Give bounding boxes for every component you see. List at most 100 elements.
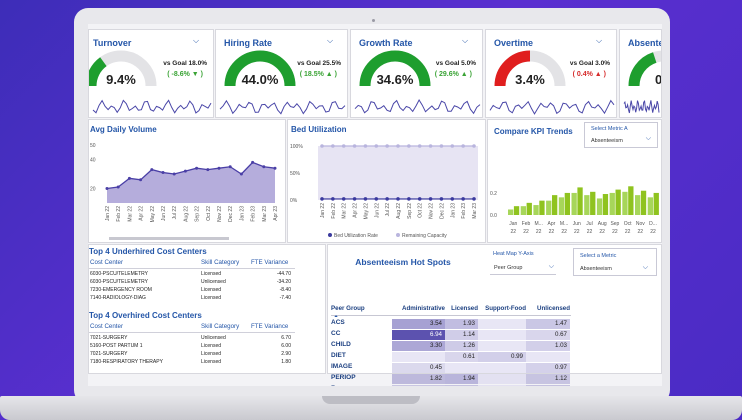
heatmap-cell: 1.26 <box>445 341 478 351</box>
compare-kpi-chart: 0.2 0.0 Jan 22 Feb 22 M... 22 Apr 22 M... 22 Jun 22 Ju… <box>490 186 659 235</box>
heatmap-cell: 1.93 <box>445 319 478 329</box>
x-tick-label: Apr 22 <box>139 206 145 221</box>
legend-label: Bed Utilization Rate <box>334 233 378 239</box>
x-tick-label: Jun 22 <box>374 203 380 218</box>
legend-label: Remaining Capacity <box>402 233 447 239</box>
y-tick-label: 0.2 <box>490 191 497 197</box>
column-header: Peer Group <box>331 305 365 312</box>
x-tick-label: Jun 22 <box>161 206 167 221</box>
fte-variance-cell: 6.70 <box>281 335 291 341</box>
kpi-value: 34.6% <box>376 72 414 87</box>
kpi-card-absentee: Absentee0.6 <box>619 29 662 118</box>
x-tick-label: Oct <box>624 221 632 227</box>
x-tick-label: 22 <box>587 229 593 235</box>
bar-series-a <box>584 195 590 215</box>
x-tick-label: Feb <box>522 221 531 227</box>
rate-point <box>439 197 444 201</box>
rate-point <box>417 197 422 201</box>
metric-select[interactable]: Select a Metric Absenteeism ⌵ <box>573 248 657 276</box>
x-tick-label: Mar 22 <box>342 203 348 219</box>
rate-point <box>352 197 357 201</box>
x-tick-label: Apr 23 <box>273 206 279 221</box>
heatmap-cell <box>478 363 526 373</box>
heatmap-cell: 1.26 <box>445 385 478 386</box>
bed-utilization-chart: 100% 50% 0% Jan 22 Feb 22 Mar 22 Apr 22 May 22 J… <box>290 144 478 239</box>
x-tick-label: Apr 22 <box>353 203 359 218</box>
remaining-point <box>439 144 444 148</box>
underhired-title: Top 4 Underhired Cost Centers <box>89 247 207 256</box>
skill-category-cell: Licensed <box>201 343 222 349</box>
volume-area <box>107 162 275 203</box>
x-tick-label: D... <box>649 221 657 227</box>
fte-variance-cell: -44.70 <box>276 271 291 277</box>
heatmap-cell <box>478 385 526 386</box>
heatmap-axis-value: Peer Group <box>494 265 523 271</box>
remaining-point <box>461 144 465 148</box>
volume-point <box>273 166 277 170</box>
rate-point <box>407 197 411 201</box>
bed-utilization-card: Bed Utilization 100% 50% 0% Jan 22 Feb 22 Mar… <box>287 119 486 243</box>
cost-center-cell: 7021-SURGERY <box>90 335 128 341</box>
x-tick-label: Jan 23 <box>450 203 456 218</box>
kpi-value: 9.4% <box>106 72 136 87</box>
x-tick-label: Nov <box>636 221 645 227</box>
column-header: FTE Variance <box>251 259 289 266</box>
bar-series-b <box>539 200 545 215</box>
bar-series-b <box>653 192 659 215</box>
peer-group-label: CHILD <box>331 341 351 348</box>
column-header: Cost Center <box>90 323 124 330</box>
heatmap-cell: 0.97 <box>526 363 570 373</box>
column-header: Unlicensed <box>536 305 570 312</box>
y-tick-label: 0% <box>290 198 298 204</box>
x-tick-label: Mar 23 <box>262 206 268 222</box>
skill-category-cell: Licensed <box>201 271 222 277</box>
kpi-goal: vs Goal 18.0% <box>163 60 207 67</box>
volume-point <box>172 172 176 176</box>
volume-point <box>228 165 232 169</box>
kpi-delta: ( -8.6% ▼ ) <box>167 71 203 78</box>
volume-point <box>183 169 187 173</box>
avg-daily-volume-chart: 50 40 20 Jan 22 Feb 22 Mar 22 Apr 22 May 22 Jun … <box>90 143 279 240</box>
heatmap-cell <box>478 319 526 329</box>
cost-center-cell: 6030-PSCU/TELEMETRY <box>90 271 148 277</box>
x-tick-label: 22 <box>574 229 580 235</box>
heatmap-axis-select[interactable]: Peer Group ⌵ <box>490 263 556 275</box>
chevron-down-icon: ⌵ <box>548 263 554 270</box>
metric-select-value: Absenteeism <box>580 266 612 272</box>
rate-point <box>374 197 379 201</box>
rate-point <box>341 197 346 201</box>
x-tick-label: Oct 22 <box>418 203 424 218</box>
heatmap-cell: 3.30 <box>392 341 445 351</box>
heatmap-cell: 1.82 <box>392 374 445 384</box>
x-tick-label: Feb 23 <box>461 203 467 219</box>
heatmap-cell: 0.45 <box>392 363 445 373</box>
x-tick-label: 22 <box>523 229 529 235</box>
camera-dot <box>372 19 375 22</box>
column-header: FTE Variance <box>251 323 289 330</box>
bar-series-b <box>602 194 609 215</box>
x-tick-label: Jul 22 <box>172 206 178 220</box>
bar-series-a <box>609 192 615 215</box>
remaining-point <box>374 144 379 148</box>
legend-marker <box>328 233 332 237</box>
scrollbar <box>109 237 229 240</box>
volume-point <box>206 168 210 172</box>
kpi-value: 0.6 <box>654 72 662 87</box>
x-tick-label: Jun <box>573 221 581 227</box>
rate-point <box>363 197 368 201</box>
header-divider <box>331 315 571 316</box>
kpi-sparkline <box>623 100 660 114</box>
cost-center-cell: 7230-EMERGENCY ROOM <box>90 287 152 293</box>
column-header: Skill Category <box>201 259 240 266</box>
fte-variance-cell: 6.00 <box>281 343 291 349</box>
rate-point <box>472 197 476 201</box>
x-tick-label: 22 <box>638 229 644 235</box>
remaining-point <box>352 144 357 148</box>
header-divider <box>89 268 295 269</box>
heatmap-cell: 3.54 <box>392 319 445 329</box>
volume-point <box>127 176 131 180</box>
x-tick-label: 22 <box>549 229 555 235</box>
heatmap-cell <box>478 330 526 340</box>
heatmap-cell: 1.12 <box>526 374 570 384</box>
remaining-point <box>428 144 433 148</box>
